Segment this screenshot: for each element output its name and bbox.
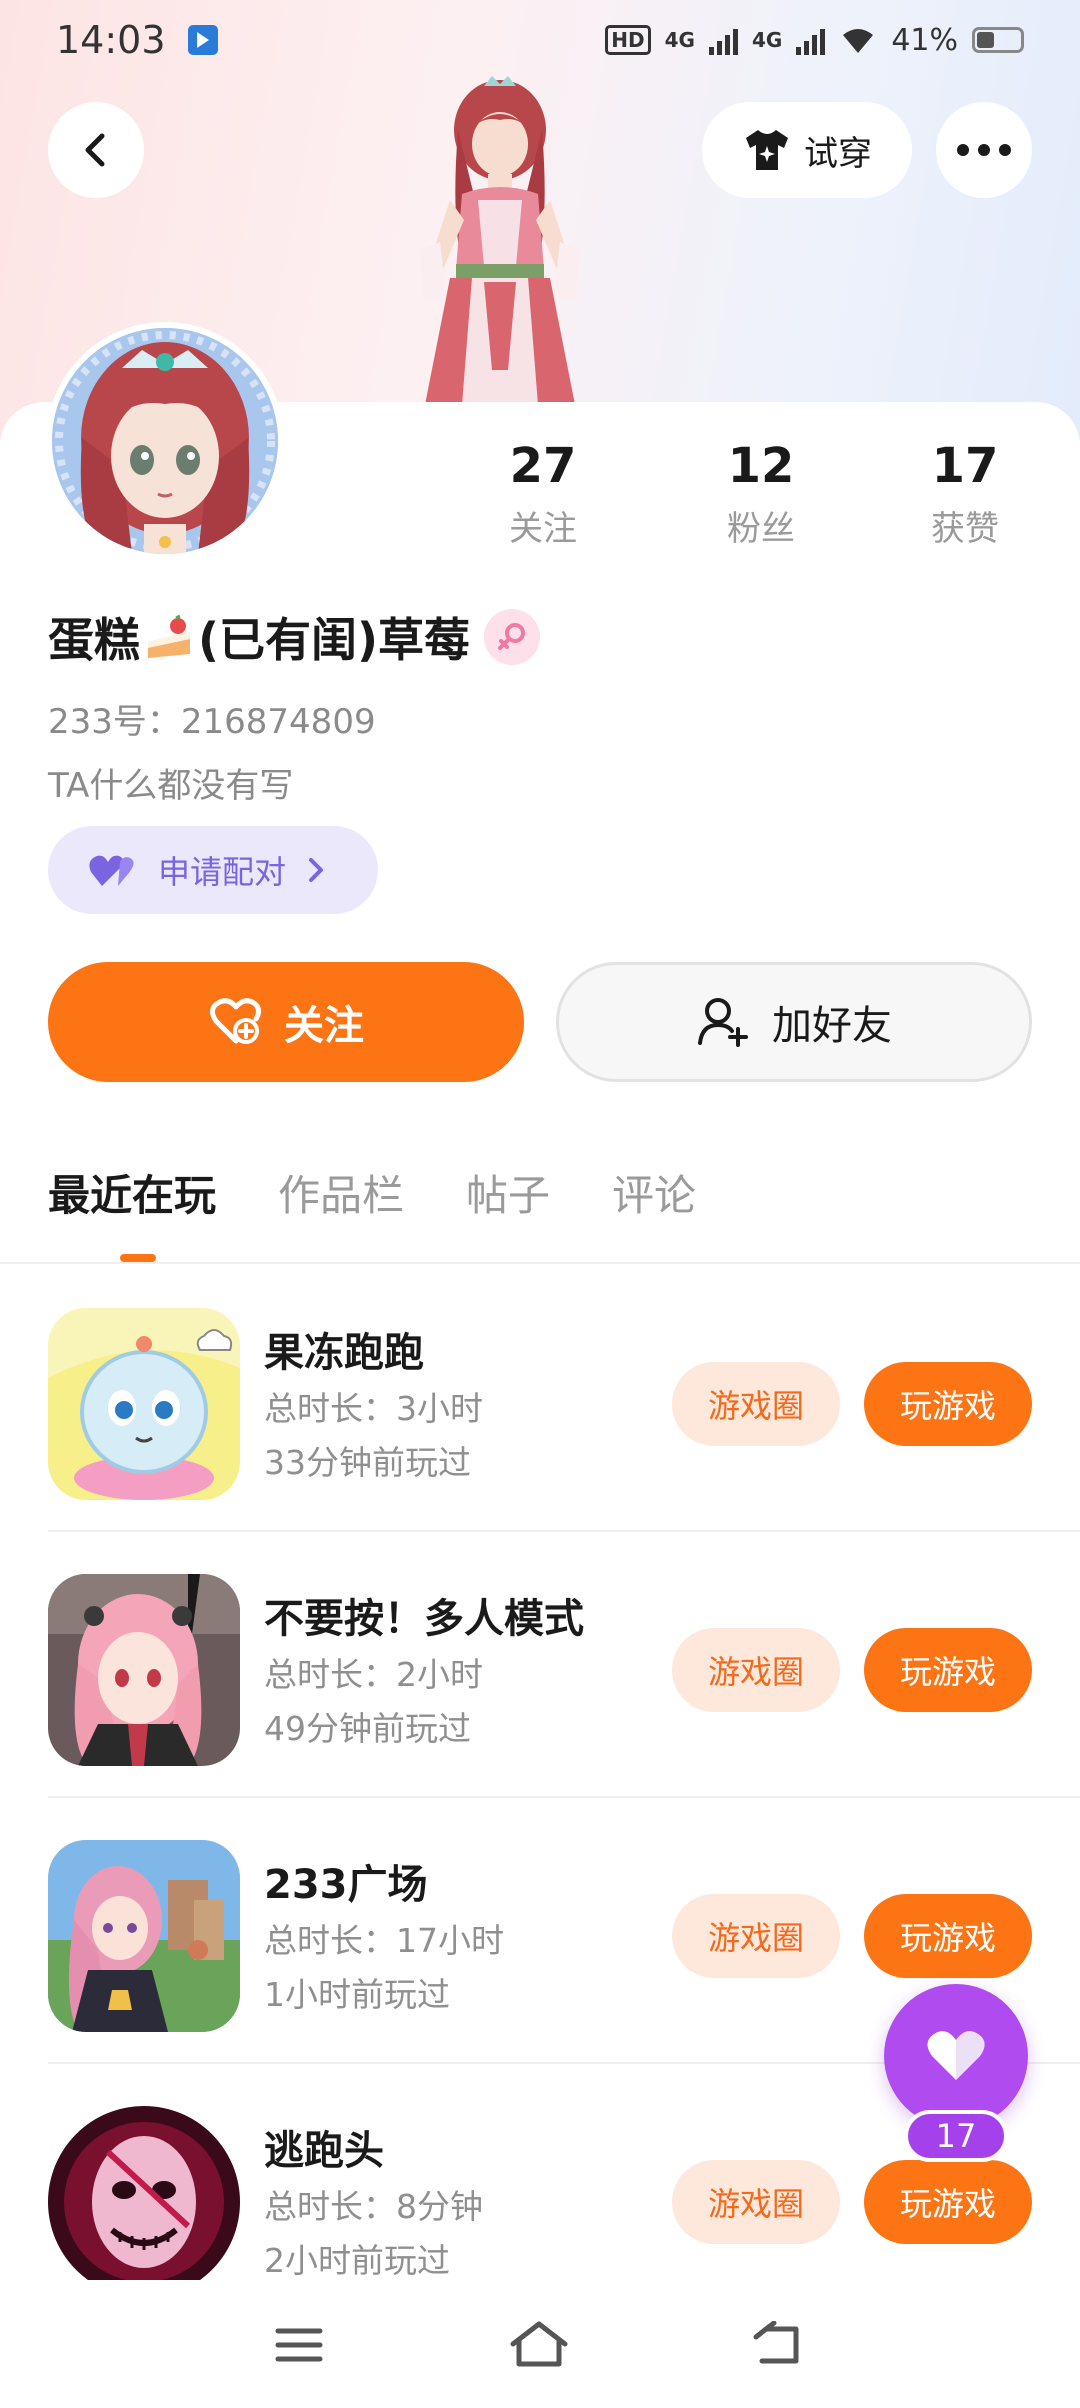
status-right: HD 4G 4G 41% (605, 23, 1024, 58)
game-circle-button[interactable]: 游戏圈 (672, 1628, 840, 1712)
play-game-button[interactable]: 玩游戏 (864, 1894, 1032, 1978)
avatar-3d-character (420, 76, 580, 430)
nav-menu-button[interactable] (254, 2300, 344, 2390)
game-row[interactable]: 不要按！多人模式 总时长：2小时 49分钟前玩过 游戏圈 玩游戏 (48, 1532, 1080, 1798)
try-on-button[interactable]: 试穿 (702, 102, 912, 198)
user-bio: TA什么都没有写 (48, 766, 294, 806)
username: 蛋糕 (已有闺)草莓 (48, 604, 541, 670)
follow-button[interactable]: 关注 (48, 962, 524, 1082)
profile-page: 14:03 HD 4G 4G 41% 试穿 27 关注 12 粉丝 17 获赞 … (0, 0, 1080, 2408)
tabs-divider (0, 1262, 1080, 1264)
back-button[interactable] (48, 102, 144, 198)
tshirt-icon (746, 130, 788, 170)
system-navigation-bar (0, 2280, 1080, 2408)
add-friend-button[interactable]: 加好友 (556, 962, 1032, 1082)
chevron-right-icon (309, 858, 324, 882)
avatar-image (52, 328, 278, 554)
home-icon (510, 2321, 568, 2367)
profile-avatar[interactable] (46, 322, 284, 560)
game-duration: 总时长：2小时 (264, 1655, 483, 1694)
user-id: 233号：216874809 (48, 702, 376, 742)
user-plus-icon (698, 998, 748, 1047)
game-duration: 总时长：8分钟 (264, 2187, 483, 2226)
game-circle-button[interactable]: 游戏圈 (672, 1362, 840, 1446)
game-last-played: 33分钟前玩过 (264, 1443, 471, 1482)
request-pair-button[interactable]: 申请配对 (48, 826, 378, 914)
female-gender-icon (484, 609, 541, 665)
tab-recently-played[interactable]: 最近在玩 (48, 1162, 216, 1223)
back-arrow-icon (753, 2321, 799, 2364)
add-friend-label: 加好友 (772, 1003, 892, 1049)
stat-fans-value: 12 (727, 438, 795, 494)
tab-comments[interactable]: 评论 (612, 1162, 696, 1223)
game-icon-escape-head (48, 2106, 240, 2298)
avatar-portrait (52, 328, 278, 554)
signal-icon-1 (708, 25, 738, 55)
game-name: 逃跑头 (264, 2128, 384, 2174)
username-part2: (已有闺)草莓 (198, 613, 471, 667)
game-icon-233-plaza (48, 1840, 240, 2032)
nav-back-button[interactable] (734, 2300, 824, 2390)
stat-fans-label: 粉丝 (727, 508, 795, 549)
profile-tabs: 最近在玩 作品栏 帖子 评论 (48, 1162, 696, 1223)
battery-icon (972, 27, 1024, 53)
tab-posts[interactable]: 帖子 (466, 1162, 550, 1223)
tab-works[interactable]: 作品栏 (278, 1162, 404, 1223)
more-dots-icon (957, 144, 1011, 156)
floating-like-button[interactable] (884, 1984, 1028, 2128)
active-tab-indicator (120, 1254, 156, 1262)
play-game-button[interactable]: 玩游戏 (864, 1628, 1032, 1712)
menu-icon (275, 2328, 323, 2362)
nav-home-button[interactable] (494, 2300, 584, 2390)
game-icon-dont-press (48, 1574, 240, 1766)
like-count-badge: 17 (904, 2110, 1008, 2162)
game-name: 233广场 (264, 1862, 428, 1908)
username-part1: 蛋糕 (48, 613, 140, 667)
app-notification-icon (187, 25, 218, 55)
hd-icon: HD (605, 25, 651, 55)
stat-fans[interactable]: 12 粉丝 (686, 440, 836, 550)
play-game-button[interactable]: 玩游戏 (864, 1362, 1032, 1446)
signal-icon-2 (796, 25, 826, 55)
more-options-button[interactable] (936, 102, 1032, 198)
stat-likes[interactable]: 17 获赞 (890, 440, 1040, 550)
status-time: 14:03 (56, 18, 166, 62)
try-on-label: 试穿 (804, 133, 872, 174)
game-duration: 总时长：17小时 (264, 1921, 504, 1960)
battery-percent: 41% (891, 22, 958, 58)
chevron-left-icon (85, 133, 105, 167)
game-circle-button[interactable]: 游戏圈 (672, 2160, 840, 2244)
request-pair-label: 申请配对 (158, 853, 287, 891)
game-last-played: 1小时前玩过 (264, 1975, 450, 2014)
stat-following[interactable]: 27 关注 (468, 440, 618, 550)
wifi-icon (843, 29, 874, 53)
status-bar: 14:03 HD 4G 4G 41% (0, 0, 1080, 80)
double-heart-icon (89, 855, 134, 886)
follow-label: 关注 (284, 1003, 364, 1049)
play-game-button[interactable]: 玩游戏 (864, 2160, 1032, 2244)
stat-following-value: 27 (509, 438, 577, 494)
stat-likes-label: 获赞 (931, 508, 999, 549)
network-4g-2: 4G (751, 28, 783, 52)
game-row[interactable]: 果冻跑跑 总时长：3小时 33分钟前玩过 游戏圈 玩游戏 (48, 1266, 1080, 1532)
cake-emoji-icon (148, 614, 190, 658)
game-last-played: 49分钟前玩过 (264, 1709, 471, 1748)
heart-icon (927, 2031, 985, 2080)
game-last-played: 2小时前玩过 (264, 2241, 450, 2280)
battery-level (977, 32, 994, 48)
game-name: 果冻跑跑 (264, 1330, 424, 1376)
network-4g-1: 4G (664, 28, 695, 52)
heart-plus-icon (210, 998, 262, 1044)
game-name: 不要按！多人模式 (264, 1596, 584, 1642)
stat-following-label: 关注 (509, 508, 577, 549)
game-icon-jelly-run (48, 1308, 240, 1500)
game-circle-button[interactable]: 游戏圈 (672, 1894, 840, 1978)
stat-likes-value: 17 (931, 438, 999, 494)
game-duration: 总时长：3小时 (264, 1389, 483, 1428)
